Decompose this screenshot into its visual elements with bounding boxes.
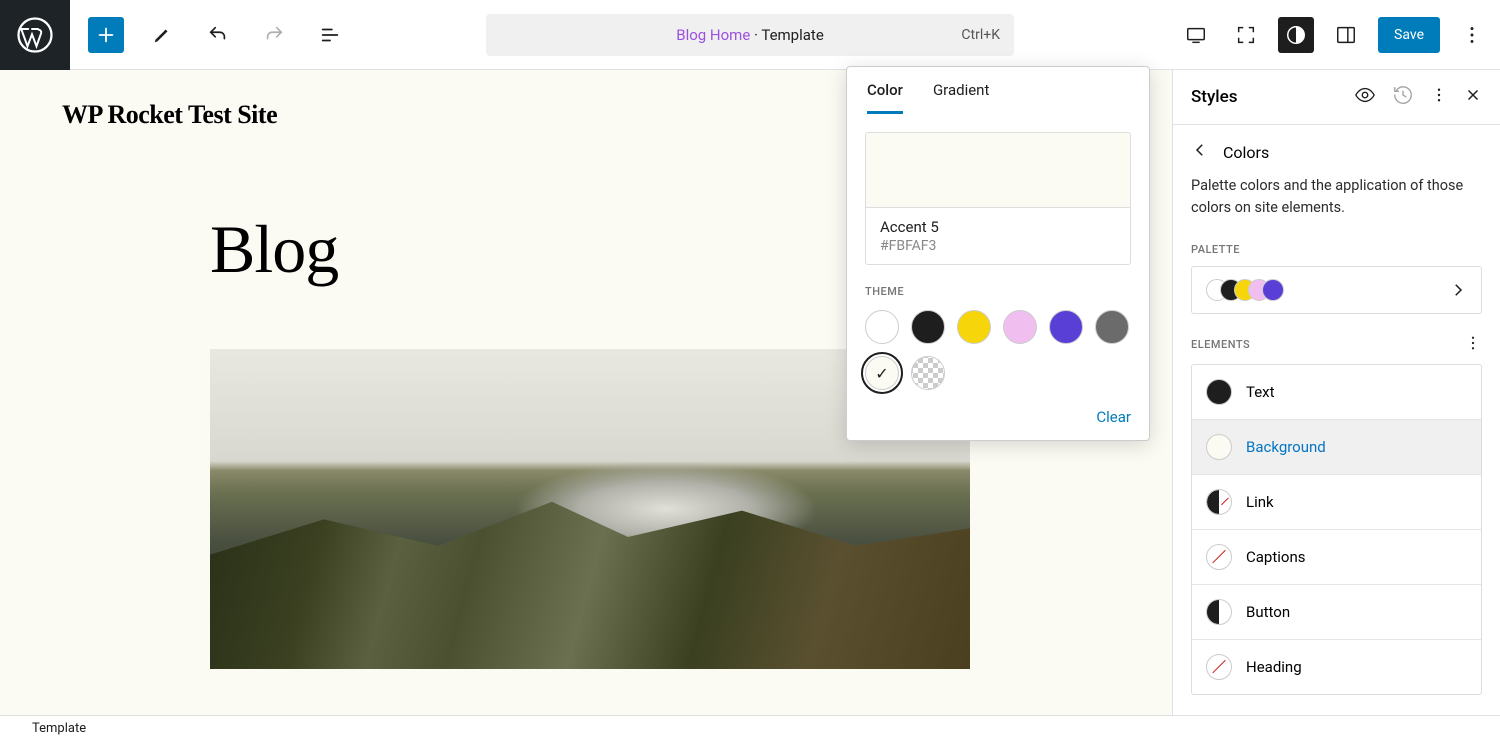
popover-tabs: Color Gradient (847, 67, 1149, 114)
styles-panel: Styles Colors Palette colors and the app… (1172, 70, 1500, 715)
colors-description: Palette colors and the application of th… (1173, 169, 1500, 237)
options-button[interactable] (1454, 17, 1490, 53)
color-popover: Color Gradient Accent 5 #FBFAF3 THEME Cl… (846, 66, 1150, 441)
pencil-icon (151, 24, 173, 46)
close-icon (1464, 86, 1482, 104)
element-swatch (1206, 434, 1232, 460)
toolbar-right: Save (1178, 17, 1490, 53)
theme-swatches (865, 310, 1131, 390)
wordpress-icon (17, 17, 53, 53)
wp-logo[interactable] (0, 0, 70, 70)
palette-label: PALETTE (1173, 237, 1500, 266)
kebab-icon (1464, 334, 1482, 352)
element-swatch (1206, 654, 1232, 680)
close-styles-button[interactable] (1464, 86, 1482, 108)
command-shortcut: Ctrl+K (961, 27, 1000, 43)
theme-swatch[interactable] (1003, 310, 1037, 344)
kebab-icon (1461, 24, 1483, 46)
palette-swatches (1206, 279, 1284, 301)
element-row-background[interactable]: Background (1192, 420, 1481, 475)
styles-more-button[interactable] (1430, 86, 1448, 108)
element-label: Button (1246, 603, 1290, 621)
sidebar-icon (1335, 24, 1357, 46)
palette-row[interactable] (1191, 266, 1482, 314)
elements-more-button[interactable] (1464, 334, 1482, 356)
list-icon (319, 24, 341, 46)
chevron-right-icon (1449, 281, 1467, 299)
clear-button[interactable]: Clear (865, 408, 1131, 426)
theme-swatch[interactable] (957, 310, 991, 344)
expand-icon (1235, 24, 1257, 46)
color-name: Accent 5 (880, 218, 1116, 236)
element-row-captions[interactable]: Captions (1192, 530, 1481, 585)
back-button[interactable] (1191, 141, 1209, 163)
styles-title: Styles (1191, 87, 1237, 107)
element-row-link[interactable]: Link (1192, 475, 1481, 530)
settings-toggle[interactable] (1328, 17, 1364, 53)
element-swatch (1206, 489, 1232, 515)
plus-icon (95, 24, 117, 46)
theme-swatch[interactable] (865, 310, 899, 344)
element-swatch (1206, 544, 1232, 570)
theme-label: THEME (865, 285, 1131, 298)
element-swatch (1206, 379, 1232, 405)
element-label: Captions (1246, 548, 1305, 566)
redo-button[interactable] (256, 17, 292, 53)
view-button[interactable] (1178, 17, 1214, 53)
element-row-heading[interactable]: Heading (1192, 640, 1481, 694)
styles-toggle[interactable] (1278, 17, 1314, 53)
undo-button[interactable] (200, 17, 236, 53)
theme-swatch[interactable] (1095, 310, 1129, 344)
chevron-left-icon (1191, 141, 1209, 159)
command-center[interactable]: Blog Home · Template Ctrl+K (486, 14, 1014, 56)
styles-header: Styles (1173, 70, 1500, 125)
color-hex: #FBFAF3 (880, 238, 1116, 254)
theme-swatch-transparent[interactable] (911, 356, 945, 390)
history-icon (1392, 84, 1414, 106)
add-block-button[interactable] (88, 17, 124, 53)
kebab-icon (1430, 86, 1448, 104)
theme-swatch[interactable] (1049, 310, 1083, 344)
element-label: Heading (1246, 658, 1302, 676)
toolbar-left (70, 17, 348, 53)
main-area: WP Rocket Test Site Blog Styles Colors P… (0, 70, 1500, 715)
desktop-icon (1185, 24, 1207, 46)
list-view-button[interactable] (312, 17, 348, 53)
theme-swatch-selected[interactable] (865, 356, 899, 390)
element-swatch (1206, 599, 1232, 625)
element-label: Background (1246, 438, 1326, 456)
save-button[interactable]: Save (1378, 17, 1440, 53)
palette-swatch (1262, 279, 1284, 301)
element-label: Link (1246, 493, 1274, 511)
colors-breadcrumb: Colors (1173, 125, 1500, 169)
revisions-button[interactable] (1392, 84, 1414, 110)
breadcrumb-label[interactable]: Template (32, 721, 86, 736)
footer-breadcrumb: Template (0, 715, 1500, 743)
undo-icon (207, 24, 229, 46)
element-row-button[interactable]: Button (1192, 585, 1481, 640)
color-preview-swatch (866, 133, 1130, 207)
color-preview[interactable]: Accent 5 #FBFAF3 (865, 132, 1131, 265)
theme-swatch[interactable] (911, 310, 945, 344)
contrast-icon (1285, 24, 1307, 46)
stylebook-button[interactable] (1354, 84, 1376, 110)
elements-label: ELEMENTS (1191, 338, 1250, 351)
colors-section-title: Colors (1223, 143, 1269, 162)
redo-icon (263, 24, 285, 46)
elements-list: Text Background Link Captions Button Heading (1191, 364, 1482, 695)
eye-icon (1354, 84, 1376, 106)
topbar: Blog Home · Template Ctrl+K Save (0, 0, 1500, 70)
command-center-label: Blog Home · Template (676, 26, 824, 44)
element-label: Text (1246, 383, 1275, 401)
edit-button[interactable] (144, 17, 180, 53)
element-row-text[interactable]: Text (1192, 365, 1481, 420)
tab-color[interactable]: Color (867, 81, 903, 114)
zoom-button[interactable] (1228, 17, 1264, 53)
tab-gradient[interactable]: Gradient (933, 81, 989, 114)
